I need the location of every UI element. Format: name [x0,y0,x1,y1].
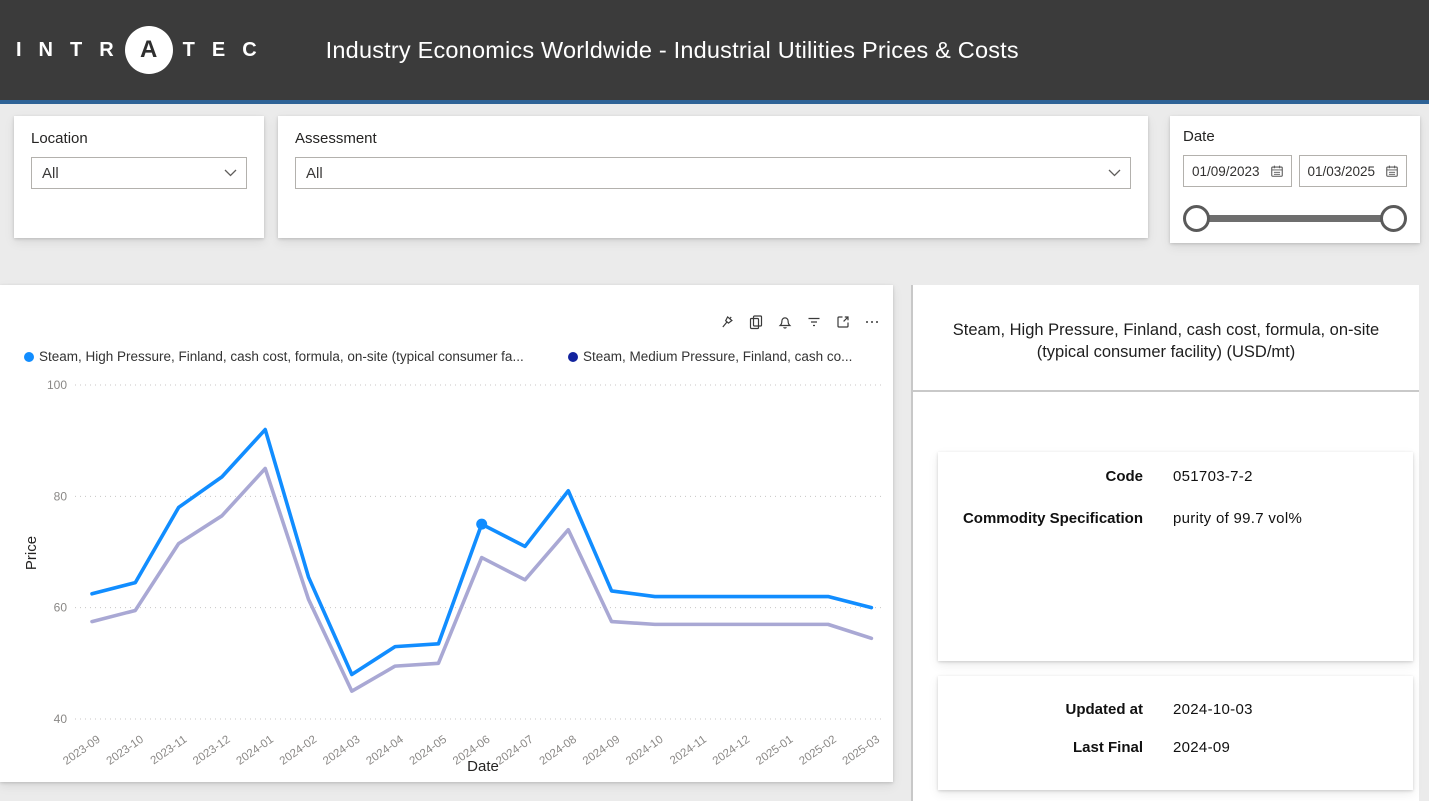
info-value: purity of 99.7 vol% [1173,510,1302,528]
info-value: 2024-10-03 [1173,701,1253,719]
logo-text-post: TEC [183,39,274,62]
info-label: Code [938,468,1143,486]
legend-item[interactable]: Steam, High Pressure, Finland, cash cost… [24,349,524,364]
date-label: Date [1183,128,1407,145]
legend-label: Steam, Medium Pressure, Finland, cash co… [583,349,852,364]
chevron-down-icon [224,169,237,177]
page-title: Industry Economics Worldwide - Industria… [326,37,1019,64]
info-row: Commodity Specification purity of 99.7 vo… [938,510,1413,528]
y-tick-label: 80 [54,489,68,503]
logo-circle-a: A [125,26,173,74]
x-tick-label: 2023-09 [61,734,102,768]
slider-handle-end[interactable] [1380,205,1407,232]
x-tick-label: 2025-01 [754,734,795,768]
info-label: Last Final [938,739,1143,757]
info-value: 2024-09 [1173,739,1230,757]
legend-label: Steam, High Pressure, Finland, cash cost… [39,349,524,364]
commodity-info-card: Code 051703-7-2 Commodity Specification pur… [938,452,1413,661]
y-axis-title: Price [23,536,40,570]
alert-icon[interactable] [776,313,794,331]
visual-header-toolbar [718,313,881,331]
location-label: Location [31,130,247,147]
series-lines [92,430,871,692]
location-filter-card: Location All [14,116,264,238]
x-tick-label: 2024-09 [581,734,622,768]
date-range-slider [1183,197,1407,239]
assessment-dropdown[interactable]: All [295,157,1131,189]
legend-item[interactable]: Steam, Medium Pressure, Finland, cash co… [568,349,852,364]
date-start-input[interactable]: 01/09/2023 [1183,155,1292,187]
date-end-input[interactable]: 01/03/2025 [1299,155,1408,187]
chart-legend: Steam, High Pressure, Finland, cash cost… [0,349,893,369]
calendar-icon[interactable] [1270,164,1284,178]
filter-icon[interactable] [805,313,823,331]
intratec-logo: INTRA TEC [16,26,274,74]
info-row: Updated at 2024-10-03 [938,701,1413,719]
legend-dot-icon [24,352,34,362]
assessment-label: Assessment [295,130,1131,147]
x-tick-label: 2024-08 [538,734,579,768]
x-tick-label: 2024-12 [711,734,752,768]
info-value: 051703-7-2 [1173,468,1253,486]
x-axis-title: Date [467,758,499,775]
x-tick-label: 2025-02 [797,734,838,768]
focus-mode-icon[interactable] [834,313,852,331]
x-tick-label: 2025-03 [841,734,882,768]
data-point-marker[interactable] [476,519,487,530]
commodity-title: Steam, High Pressure, Finland, cash cost… [913,285,1419,390]
assessment-filter-card: Assessment All [278,116,1148,238]
x-tick-label: 2023-12 [191,734,232,768]
logo-text-pre: INTR [16,39,131,62]
x-tick-label: 2024-02 [278,734,319,768]
date-start-value: 01/09/2023 [1192,164,1260,179]
x-tick-label: 2024-10 [624,734,665,768]
filter-row: Location All Assessment All Date 01/09/2… [0,104,1429,243]
info-label: Updated at [938,701,1143,719]
gridlines [75,385,885,719]
panel-divider-horizontal [913,390,1419,392]
date-end-value: 01/03/2025 [1308,164,1376,179]
y-tick-label: 100 [47,378,67,392]
x-tick-label: 2023-10 [105,734,146,768]
date-filter-card: Date 01/09/2023 01/03/2025 [1170,116,1420,243]
update-info-card: Updated at 2024-10-03 Last Final 2024-09 [938,676,1413,790]
chevron-down-icon [1108,169,1121,177]
slider-track [1195,215,1395,222]
info-row: Code 051703-7-2 [938,468,1413,486]
x-tick-label: 2023-11 [149,734,190,768]
details-panel: Steam, High Pressure, Finland, cash cost… [913,285,1419,801]
location-dropdown-value: All [42,165,59,182]
series-line-1[interactable] [92,469,871,692]
slider-handle-start[interactable] [1183,205,1210,232]
location-dropdown[interactable]: All [31,157,247,189]
more-options-icon[interactable] [863,313,881,331]
x-tick-label: 2024-03 [321,734,362,768]
x-tick-label: 2024-11 [668,734,709,768]
info-label: Commodity Specification [938,510,1143,528]
y-axis-tick-labels: 40 60 80 100 [47,378,67,726]
copy-icon[interactable] [747,313,765,331]
legend-dot-icon [568,352,578,362]
main-content: Steam, High Pressure, Finland, cash cost… [0,285,1429,801]
line-chart-card: Steam, High Pressure, Finland, cash cost… [0,285,893,782]
y-tick-label: 60 [54,601,68,615]
app-header: INTRA TEC Industry Economics Worldwide - … [0,0,1429,100]
x-tick-label: 2024-01 [234,734,275,768]
x-tick-label: 2024-05 [408,734,449,768]
x-tick-label: 2024-07 [494,734,535,768]
series-line-0[interactable] [92,430,871,675]
info-row: Last Final 2024-09 [938,739,1413,757]
x-tick-label: 2024-04 [364,733,406,767]
y-tick-label: 40 [54,712,68,726]
pin-icon[interactable] [718,313,736,331]
calendar-icon[interactable] [1385,164,1399,178]
assessment-dropdown-value: All [306,165,323,182]
